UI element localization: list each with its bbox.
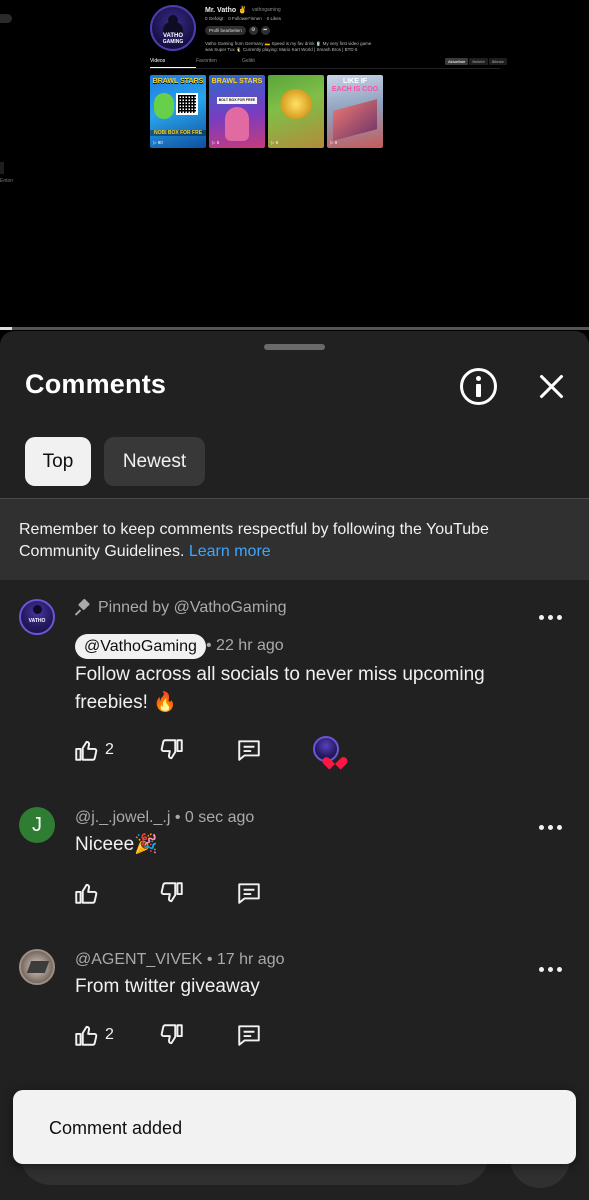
comment-header: @AGENT_VIVEK • 17 hr ago [75,951,285,969]
close-icon[interactable] [535,370,569,404]
reply-button[interactable] [236,1021,262,1049]
profile-bio: Vatho Gaming from Germany 🇩🇪 Speed is my… [205,41,372,52]
snackbar-text: Comment added [49,1118,183,1138]
reply-icon [238,740,260,761]
reply-icon [238,1025,260,1046]
comments-title: Comments [25,369,167,399]
stat-following: 0 Gefolgt [205,16,224,21]
settings-icon: ⚙ [248,26,258,35]
creator-heart-badge [313,736,339,762]
comment-author[interactable]: @j._.jowel._.j [75,809,170,826]
avatar[interactable]: VATHO [19,599,55,635]
avatar[interactable] [19,949,55,985]
reply-button[interactable] [236,736,262,764]
pinned-label: Pinned by @VathoGaming [75,599,287,617]
comment-author[interactable]: @AGENT_VIVEK [75,951,202,968]
side-text: Enton [0,178,14,184]
screen: Enton VATHO GAMING Mr. Vatho ✌ vathogami… [0,0,589,1200]
video-thumbnail: ▷ 5 [268,75,324,148]
thumbs-up-icon [75,740,98,761]
profile-name: Mr. Vatho ✌ [205,7,247,14]
avatar[interactable]: J [19,807,55,843]
edit-profile-button: Profil bearbeiten [205,26,246,35]
reply-button[interactable] [236,879,262,907]
info-icon[interactable] [460,368,497,405]
comment-time: • 0 sec ago [174,809,255,826]
comments-sheet: Comments Top Newest Remember to keep com… [0,331,589,1200]
qr-code-image [176,93,198,115]
comment-header: @j._.jowel._.j • 0 sec ago [75,809,254,827]
tabs-divider [150,68,500,69]
author-badge[interactable]: @VathoGaming [75,634,206,659]
video-player[interactable]: Enton VATHO GAMING Mr. Vatho ✌ vathogami… [0,0,589,330]
share-icon: ➦ [260,26,270,35]
thumbs-up-icon [75,883,98,904]
like-button[interactable] [73,879,99,907]
drag-handle[interactable] [264,344,325,350]
pin-icon [75,600,91,616]
thumbs-down-icon [160,1024,183,1045]
video-thumbnail: BRAWL STARS NOBI BOX FOR FRE ▷ 90 [150,75,206,148]
video-progress-bar[interactable] [0,327,589,330]
side-marker [0,162,4,174]
comment-text: Follow across all socials to never miss … [75,664,485,713]
video-grid: BRAWL STARS NOBI BOX FOR FRE ▷ 90 BRAWL … [150,75,383,148]
profile-handle: vathogaming [252,7,281,13]
sort-popular: Beliebt [469,58,488,65]
comment-item: @AGENT_VIVEK • 17 hr ago From twitter gi… [0,949,589,1059]
more-options-icon[interactable] [539,815,563,839]
dislike-button[interactable] [159,879,185,907]
stat-followers: 0 Follower*innen [228,16,262,21]
like-button[interactable]: 2 [73,1021,114,1049]
comment-actions: 2 [73,1021,373,1049]
profile-buttons: Profil bearbeiten ⚙ ➦ [205,26,270,35]
comment-actions [73,879,373,907]
more-options-icon[interactable] [539,605,563,629]
thumbs-down-icon [160,739,183,760]
stat-likes: 0 Likes [266,16,282,21]
reply-icon [238,883,260,904]
filter-newest-chip[interactable]: Newest [104,437,205,486]
sort-options: Aktuellste Beliebt Älteste [445,58,507,65]
profile-tabs: Videos Favoriten Gelikt [150,58,288,68]
thumbs-up-icon [75,1025,98,1046]
thumbs-down-icon [160,882,183,903]
video-thumbnail: BRAWL STARS BOLT BOX FOR FREE ▷ 5 [209,75,265,148]
video-thumbnail: LIKE IF EACH IS COO ▷ 9 [327,75,383,148]
comment-text: From twitter giveaway [75,976,260,997]
filter-top-chip[interactable]: Top [25,437,91,486]
comment-time: • 22 hr ago [206,637,284,654]
like-count: 2 [105,741,114,758]
progress-fill [0,327,12,330]
like-count: 2 [105,1026,114,1043]
comment-text: Niceee🎉 [75,834,158,855]
profile-stats: 0 Gefolgt 0 Follower*innen 0 Likes [205,16,281,21]
tab-liked: Gelikt [242,58,255,64]
comment-item: VATHO Pinned by @VathoGaming @VathoGamin… [0,599,589,769]
heart-icon [329,752,343,765]
dislike-button[interactable] [159,1021,185,1049]
more-options-icon[interactable] [539,957,563,981]
tab-videos: Videos [150,58,196,68]
side-handle [0,14,12,23]
sort-oldest: Älteste [488,58,507,65]
pinned-text: Pinned by @VathoGaming [98,599,287,616]
snackbar: Comment added [13,1090,576,1164]
comment-time: • 17 hr ago [206,951,285,968]
community-guidelines-notice: Remember to keep comments respectful by … [0,498,589,580]
like-button[interactable]: 2 [73,736,114,764]
learn-more-link[interactable]: Learn more [189,543,271,560]
dislike-button[interactable] [159,736,185,764]
tab-favorites: Favoriten [196,58,217,64]
comment-actions: 2 [73,736,373,764]
profile-avatar: VATHO GAMING [150,5,196,51]
sort-latest: Aktuellste [445,58,469,65]
comment-item: J @j._.jowel._.j • 0 sec ago Niceee🎉 [0,807,589,917]
